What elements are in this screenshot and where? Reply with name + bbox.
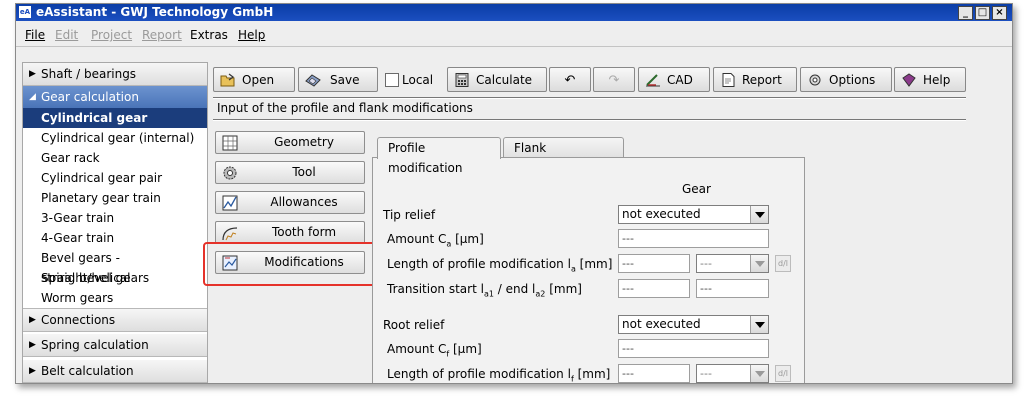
tooth-form-icon (222, 227, 238, 241)
menu-project[interactable]: Project (91, 28, 132, 42)
options-button[interactable]: Options (800, 67, 892, 92)
tab-profile-modification[interactable]: Profile modification (377, 137, 501, 175)
local-checkbox[interactable] (385, 73, 399, 87)
geometry-grid-icon (222, 135, 238, 151)
sidebar-section-gear-calculation[interactable]: ◢ Gear calculation (23, 86, 207, 108)
cad-button[interactable]: CAD (638, 67, 710, 92)
sidebar-section-label: Shaft / bearings (41, 67, 137, 81)
sidebar: ▶ Shaft / bearings ◢ Gear calculation Cy… (22, 62, 208, 383)
window-title: eAssistant - GWJ Technology GmbH (36, 5, 274, 19)
amount-ca-input[interactable]: --- (618, 229, 769, 248)
transition-label: Transition start la1 / end la2 [mm] (387, 282, 582, 299)
dropdown-arrow-icon[interactable] (750, 206, 768, 223)
sidebar-item-gear-rack[interactable]: Gear rack (23, 148, 207, 168)
length-lf-select[interactable]: --- (696, 364, 769, 383)
title-bar: eA eAssistant - GWJ Technology GmbH _ □ … (16, 4, 1012, 21)
tool-gear-icon (223, 166, 237, 180)
amount-cf-label: Amount Cf [µm] (387, 342, 482, 359)
amount-ca-label: Amount Ca [µm] (387, 232, 484, 249)
root-relief-select[interactable]: not executed (618, 315, 769, 334)
length-la-calc-button[interactable]: d/l (775, 255, 791, 272)
menu-help[interactable]: Help (238, 28, 265, 42)
open-folder-icon (220, 73, 235, 87)
tip-relief-label: Tip relief (383, 208, 436, 222)
save-icon (305, 74, 321, 87)
sidebar-item-bevel-gears[interactable]: Bevel gears - straight/helical (23, 248, 207, 285)
redo-button[interactable]: ↷ (593, 67, 635, 92)
dropdown-arrow-icon[interactable] (750, 316, 768, 333)
tip-relief-select[interactable]: not executed (618, 205, 769, 224)
sidebar-item-cylindrical-gear-internal[interactable]: Cylindrical gear (internal) (23, 128, 207, 148)
sidebar-item-planetary-gear-train[interactable]: Planetary gear train (23, 188, 207, 208)
root-relief-label: Root relief (383, 318, 445, 332)
menu-bar: File Edit Project Report Extras Help (16, 22, 1012, 47)
menu-report[interactable]: Report (142, 28, 182, 42)
allowances-chart-icon (222, 195, 238, 211)
application-window: eA eAssistant - GWJ Technology GmbH _ □ … (15, 3, 1013, 384)
expand-arrow-icon: ▶ (29, 366, 36, 376)
expand-arrow-icon: ▶ (29, 69, 36, 79)
sidebar-section-belt-calculation[interactable]: ▶ Belt calculation (23, 360, 207, 383)
section-title: Input of the profile and flank modificat… (217, 101, 473, 115)
sidebar-item-spiral-bevel-gears[interactable]: Spiral bevel gears (23, 268, 207, 288)
help-book-icon (902, 73, 916, 87)
length-lf-calc-button[interactable]: d/l (775, 365, 791, 382)
dropdown-arrow-icon[interactable] (750, 255, 768, 272)
collapse-arrow-icon: ◢ (29, 92, 36, 102)
report-button[interactable]: Report (713, 67, 797, 92)
length-la-input[interactable]: --- (618, 254, 690, 273)
length-la-label: Length of profile modification la [mm] (387, 257, 613, 274)
save-button[interactable]: Save (298, 67, 378, 92)
length-la-select[interactable]: --- (696, 254, 769, 273)
undo-icon: ↶ (564, 73, 576, 88)
options-icon (809, 74, 821, 86)
sidebar-section-spring-calculation[interactable]: ▶ Spring calculation (23, 334, 207, 357)
transition-end-input[interactable]: --- (696, 279, 769, 298)
allowances-button[interactable]: Allowances (215, 191, 365, 214)
tool-button[interactable]: Tool (215, 161, 365, 184)
menu-edit[interactable]: Edit (55, 28, 78, 42)
sidebar-section-connections[interactable]: ▶ Connections (23, 308, 207, 332)
minimize-button[interactable]: _ (958, 6, 973, 20)
sidebar-section-shaft-bearings[interactable]: ▶ Shaft / bearings (23, 63, 207, 86)
sidebar-item-4-gear-train[interactable]: 4-Gear train (23, 228, 207, 248)
sidebar-item-worm-gears[interactable]: Worm gears (23, 288, 207, 308)
open-button[interactable]: Open (213, 67, 295, 92)
tooth-form-button[interactable]: Tooth form (215, 221, 365, 244)
profile-modification-panel: Gear Tip relief not executed Amount Ca [… (372, 157, 805, 384)
report-document-icon (722, 73, 735, 87)
modifications-highlight-box (203, 242, 377, 286)
expand-arrow-icon: ▶ (29, 315, 36, 325)
help-button[interactable]: Help (894, 67, 966, 92)
app-icon: eA (19, 6, 31, 18)
sidebar-item-cylindrical-gear-pair[interactable]: Cylindrical gear pair (23, 168, 207, 188)
dropdown-arrow-icon[interactable] (750, 365, 768, 382)
geometry-button[interactable]: Geometry (215, 131, 365, 154)
close-button[interactable]: × (992, 6, 1007, 20)
local-label: Local (402, 73, 434, 87)
undo-button[interactable]: ↶ (549, 67, 591, 92)
maximize-button[interactable]: □ (975, 6, 990, 20)
length-lf-label: Length of profile modification lf [mm] (387, 367, 611, 384)
sidebar-item-cylindrical-gear-external[interactable]: Cylindrical gear (external) (23, 108, 207, 145)
transition-start-input[interactable]: --- (618, 279, 690, 298)
expand-arrow-icon: ▶ (29, 340, 36, 350)
section-separator (213, 119, 966, 121)
cad-drawing-icon (646, 74, 660, 87)
calculate-button[interactable]: Calculate (447, 67, 547, 92)
length-lf-input[interactable]: --- (618, 364, 690, 383)
calculator-icon (455, 73, 469, 87)
amount-cf-input[interactable]: --- (618, 339, 769, 358)
redo-icon: ↷ (608, 73, 620, 88)
sidebar-section-label: Gear calculation (41, 90, 139, 104)
menu-file[interactable]: File (25, 28, 45, 42)
toolbar-separator (213, 97, 966, 99)
sidebar-item-3-gear-train[interactable]: 3-Gear train (23, 208, 207, 228)
menu-extras[interactable]: Extras (190, 28, 228, 42)
gear-column-header: Gear (682, 182, 711, 196)
tab-flank-modification[interactable]: Flank modification (503, 137, 624, 175)
